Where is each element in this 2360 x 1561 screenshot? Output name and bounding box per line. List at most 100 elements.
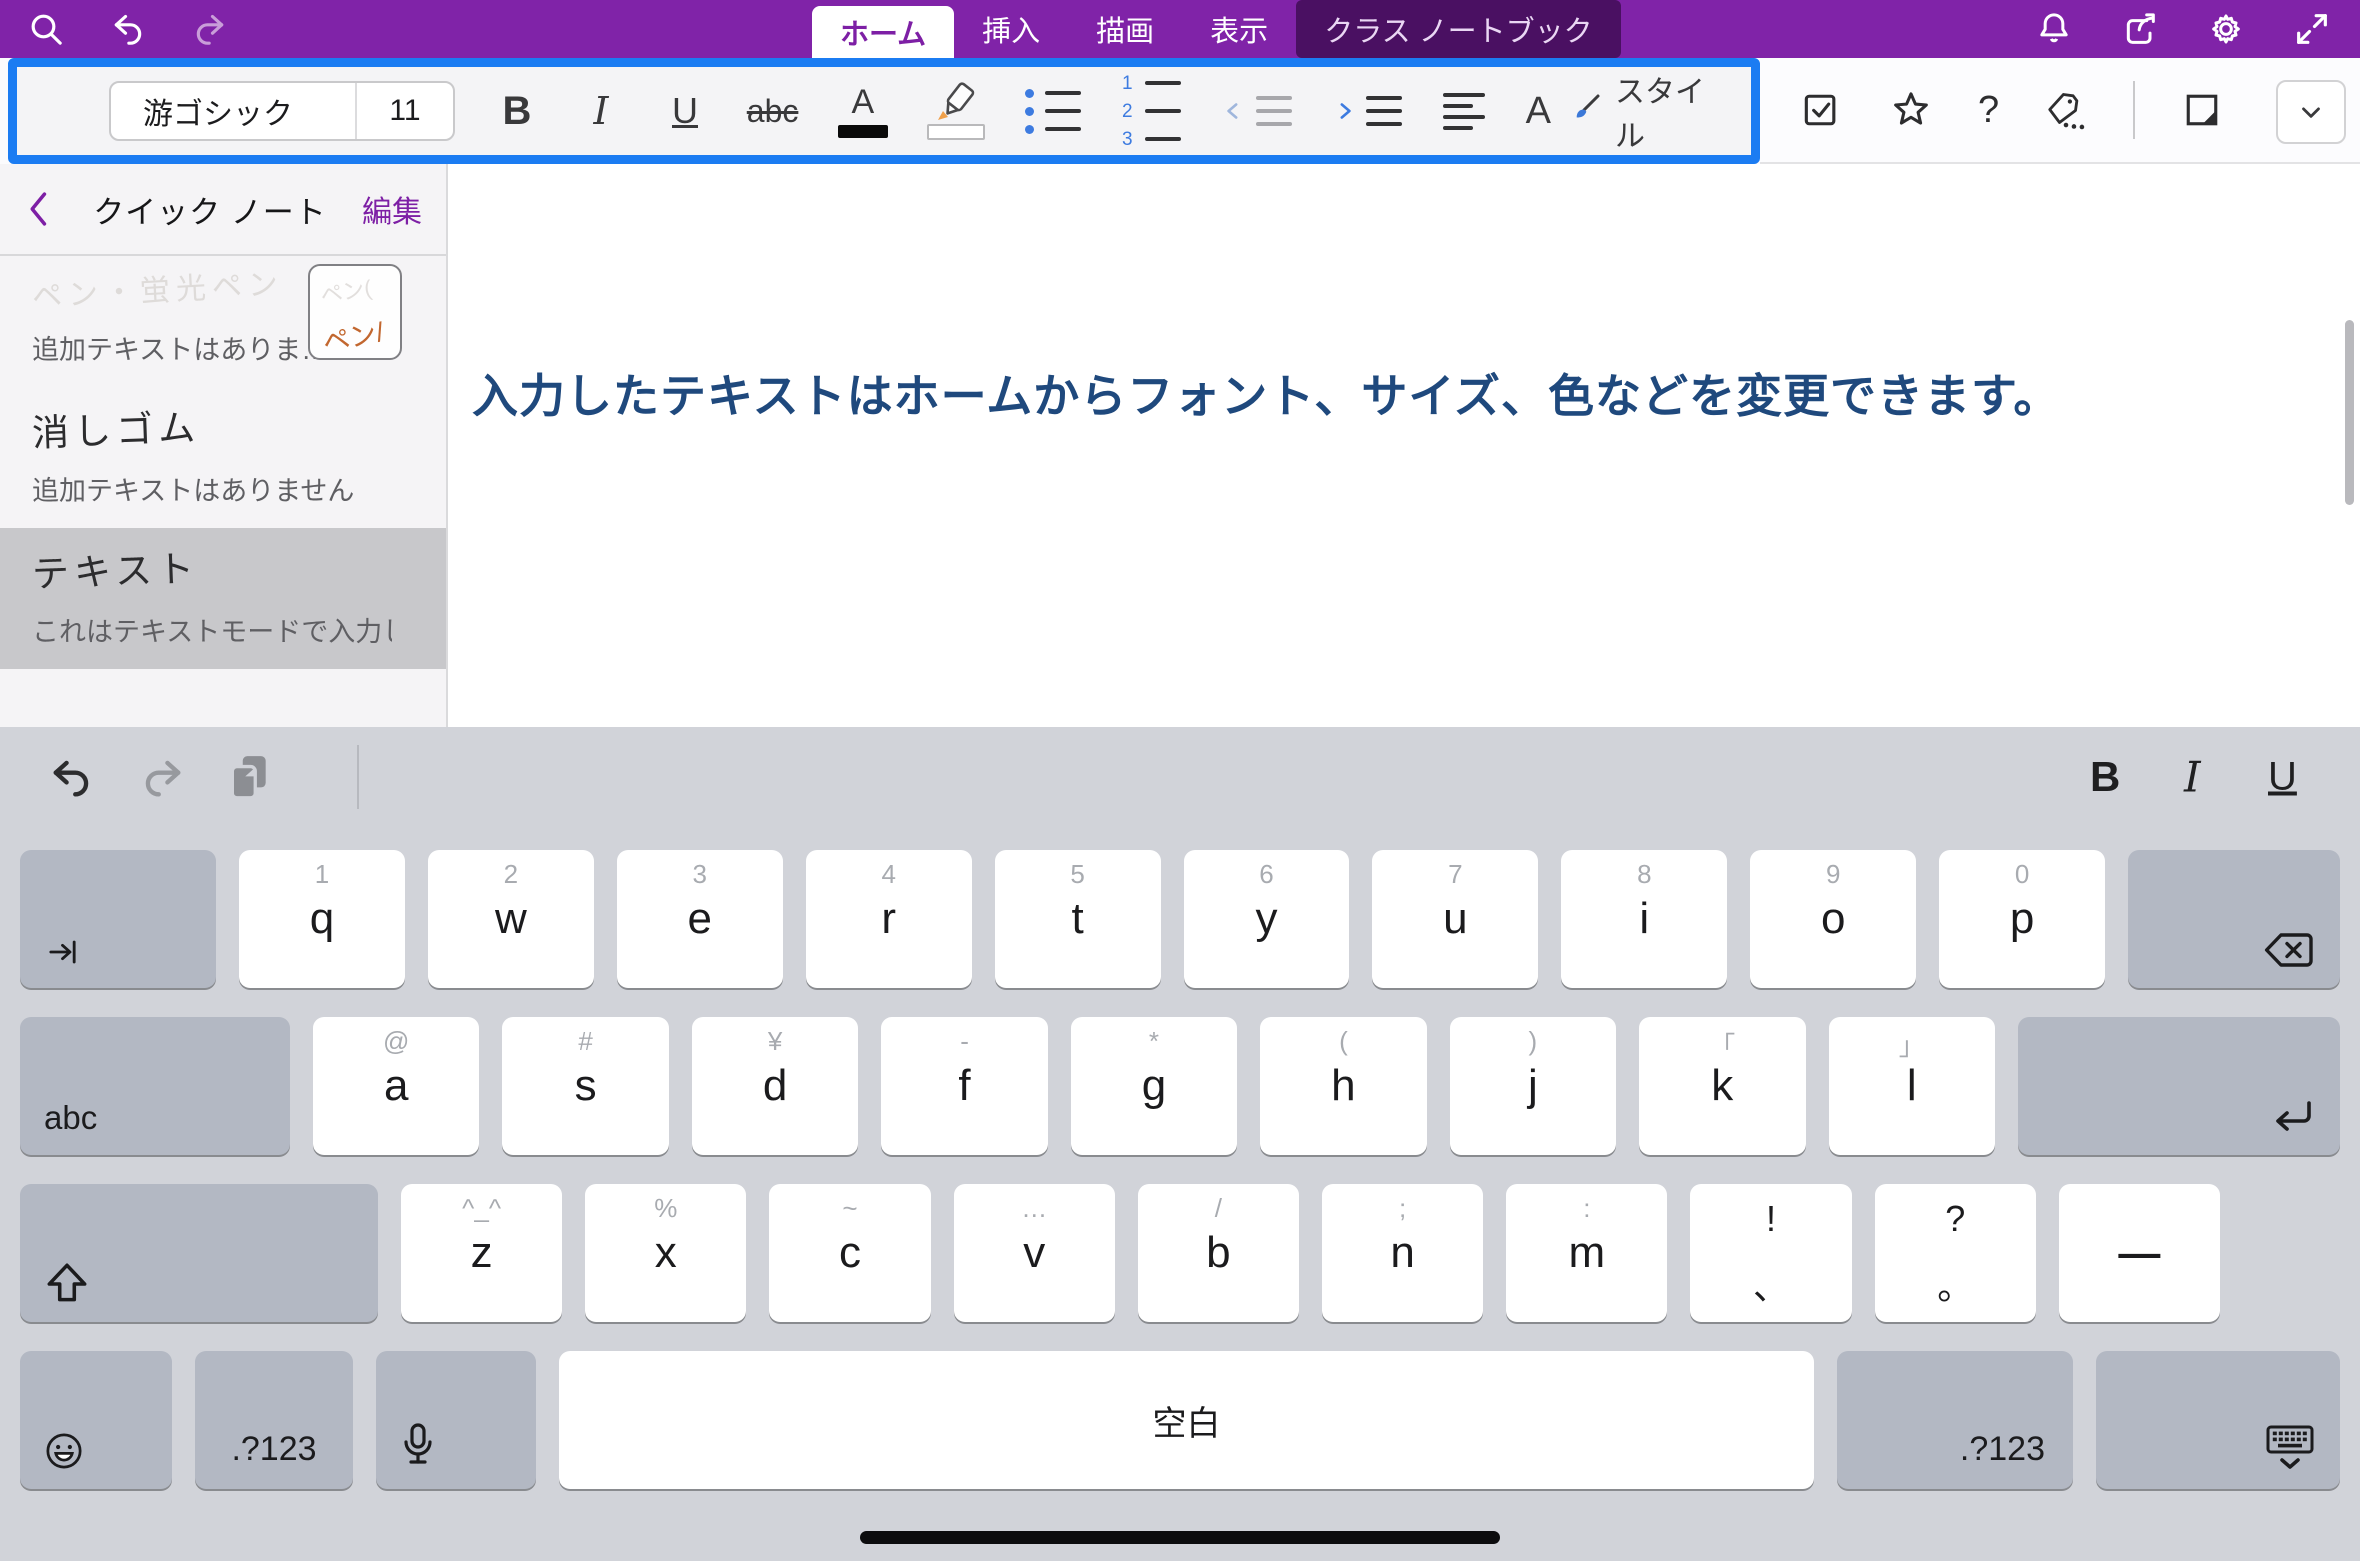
key-![interactable]: !、 bbox=[1690, 1184, 1851, 1322]
bullet-list-button[interactable] bbox=[1025, 89, 1080, 134]
underline-button[interactable]: U bbox=[663, 90, 707, 132]
ribbon-divider bbox=[2133, 81, 2135, 139]
key-q[interactable]: 1q bbox=[239, 850, 405, 988]
page-color-icon[interactable] bbox=[2179, 87, 2225, 133]
key-n[interactable]: ;n bbox=[1322, 1184, 1483, 1322]
key-r[interactable]: 4r bbox=[806, 850, 972, 988]
home-indicator[interactable] bbox=[860, 1531, 1500, 1544]
alignment-button[interactable] bbox=[1442, 93, 1486, 130]
key-y[interactable]: 6y bbox=[1184, 850, 1350, 988]
key-t[interactable]: 5t bbox=[995, 850, 1161, 988]
strikethrough-button[interactable]: abc bbox=[747, 93, 798, 130]
page-list-item[interactable]: ペン・蛍光ペン追加テキストはありま…ペン(ペン/ bbox=[0, 256, 446, 387]
key-d[interactable]: ¥d bbox=[692, 1017, 858, 1155]
page-list-item[interactable]: テキストこれはテキストモードで入力し… bbox=[0, 528, 446, 669]
share-icon[interactable] bbox=[2120, 9, 2160, 49]
font-color-button[interactable]: A bbox=[838, 85, 888, 138]
kb-paste-icon[interactable] bbox=[224, 749, 274, 805]
kb-underline-button[interactable]: U bbox=[2268, 755, 2297, 800]
styles-button[interactable]: A スタイル bbox=[1526, 67, 1733, 155]
key-p[interactable]: 0p bbox=[1939, 850, 2105, 988]
page-item-title: ペン・蛍光ペン bbox=[31, 259, 285, 316]
key-emoji[interactable] bbox=[20, 1351, 172, 1489]
key-dash[interactable]: — bbox=[2059, 1184, 2220, 1322]
key-?[interactable]: ?。 bbox=[1875, 1184, 2036, 1322]
question-tag-icon[interactable]: ? bbox=[1978, 89, 1999, 132]
tab-insert[interactable]: 挿入 bbox=[954, 0, 1068, 58]
key-z[interactable]: ^_^z bbox=[401, 1184, 562, 1322]
key-c[interactable]: ~c bbox=[769, 1184, 930, 1322]
font-name-picker[interactable]: 游ゴシック bbox=[111, 89, 355, 133]
page-list-item[interactable]: 消しゴム追加テキストはありません bbox=[0, 387, 446, 528]
bold-button[interactable]: B bbox=[495, 89, 539, 134]
ios-keyboard: B I U 1q2w3e4r5t6y7u8i9o0p abc@a#s¥d-f*g(… bbox=[0, 727, 2360, 1561]
fullscreen-expand-icon[interactable] bbox=[2292, 9, 2332, 49]
key-e[interactable]: 3e bbox=[617, 850, 783, 988]
kb-undo-icon[interactable] bbox=[46, 751, 98, 803]
key-dismiss-keyboard[interactable] bbox=[2096, 1351, 2340, 1489]
key-backspace[interactable] bbox=[2128, 850, 2340, 988]
key-s[interactable]: #s bbox=[502, 1017, 668, 1155]
numbered-list-button[interactable]: 1 2 3 bbox=[1121, 74, 1181, 149]
tab-view[interactable]: 表示 bbox=[1182, 0, 1296, 58]
todo-tag-icon[interactable] bbox=[1798, 87, 1844, 133]
sidebar-header: クイック ノート 編集 bbox=[0, 164, 446, 256]
outdent-icon bbox=[1221, 96, 1292, 126]
styles-a-label: A bbox=[1526, 90, 1551, 133]
key-f[interactable]: -f bbox=[881, 1017, 1047, 1155]
kb-redo-icon[interactable] bbox=[136, 751, 188, 803]
settings-gear-icon[interactable] bbox=[2206, 9, 2246, 49]
edit-button[interactable]: 編集 bbox=[362, 187, 422, 231]
styles-label: スタイル bbox=[1615, 67, 1733, 155]
key-u[interactable]: 7u bbox=[1372, 850, 1538, 988]
key-h[interactable]: (h bbox=[1260, 1017, 1426, 1155]
note-text[interactable]: 入力したテキストはホームからフォント、サイズ、色などを変更できます。 bbox=[472, 360, 2060, 426]
font-size-picker[interactable]: 11 bbox=[355, 83, 453, 139]
key-return[interactable] bbox=[2018, 1017, 2340, 1155]
key-b[interactable]: /b bbox=[1138, 1184, 1299, 1322]
key-x[interactable]: %x bbox=[585, 1184, 746, 1322]
numbers-mode-label: .?123 bbox=[1960, 1430, 2045, 1469]
notifications-bell-icon[interactable] bbox=[2034, 9, 2074, 49]
highlighter-button[interactable] bbox=[928, 82, 985, 140]
tab-draw[interactable]: 描画 bbox=[1068, 0, 1182, 58]
key-numbers-mode-left[interactable]: .?123 bbox=[195, 1351, 353, 1489]
title-bar: ホーム 挿入 描画 表示 クラス ノートブック bbox=[0, 0, 2360, 58]
strikethrough-label: abc bbox=[747, 93, 799, 130]
shift-icon bbox=[42, 1260, 92, 1306]
key-j[interactable]: )j bbox=[1450, 1017, 1616, 1155]
key-tab[interactable] bbox=[20, 850, 216, 988]
key-space[interactable]: 空白 bbox=[559, 1351, 1814, 1489]
key-w[interactable]: 2w bbox=[428, 850, 594, 988]
key-v[interactable]: …v bbox=[954, 1184, 1115, 1322]
key-g[interactable]: *g bbox=[1071, 1017, 1237, 1155]
key-l[interactable]: 」l bbox=[1829, 1017, 1995, 1155]
key-abc-mode[interactable]: abc bbox=[20, 1017, 290, 1155]
canvas-scrollbar[interactable] bbox=[2345, 320, 2354, 505]
key-shift[interactable] bbox=[20, 1184, 378, 1322]
important-star-icon[interactable] bbox=[1888, 87, 1934, 133]
key-a[interactable]: @a bbox=[313, 1017, 479, 1155]
key-dictation-mic[interactable] bbox=[376, 1351, 536, 1489]
tab-class-notebook[interactable]: クラス ノートブック bbox=[1296, 0, 1620, 58]
note-canvas[interactable]: 入力したテキストはホームからフォント、サイズ、色などを変更できます。 bbox=[450, 164, 2360, 727]
back-chevron-icon[interactable] bbox=[24, 189, 58, 229]
outdent-button[interactable] bbox=[1221, 96, 1291, 126]
more-tags-icon[interactable] bbox=[2043, 87, 2089, 133]
ribbon-selected-region: 游ゴシック 11 B I U abc A bbox=[8, 58, 1760, 164]
kb-italic-button[interactable]: I bbox=[2184, 753, 2201, 802]
key-numbers-mode-right[interactable]: .?123 bbox=[1837, 1351, 2073, 1489]
key-o[interactable]: 9o bbox=[1750, 850, 1916, 988]
tab-home[interactable]: ホーム bbox=[812, 6, 954, 58]
undo-icon[interactable] bbox=[108, 9, 148, 49]
italic-button[interactable]: I bbox=[579, 89, 623, 133]
redo-icon[interactable] bbox=[190, 9, 230, 49]
kb-bold-button[interactable]: B bbox=[2090, 753, 2120, 801]
key-k[interactable]: 「k bbox=[1639, 1017, 1805, 1155]
collapse-ribbon-chevron-icon[interactable] bbox=[2276, 80, 2346, 144]
indent-button[interactable] bbox=[1331, 96, 1401, 126]
bold-label: B bbox=[503, 89, 532, 134]
key-m[interactable]: :m bbox=[1506, 1184, 1667, 1322]
search-icon[interactable] bbox=[26, 9, 66, 49]
key-i[interactable]: 8i bbox=[1561, 850, 1727, 988]
